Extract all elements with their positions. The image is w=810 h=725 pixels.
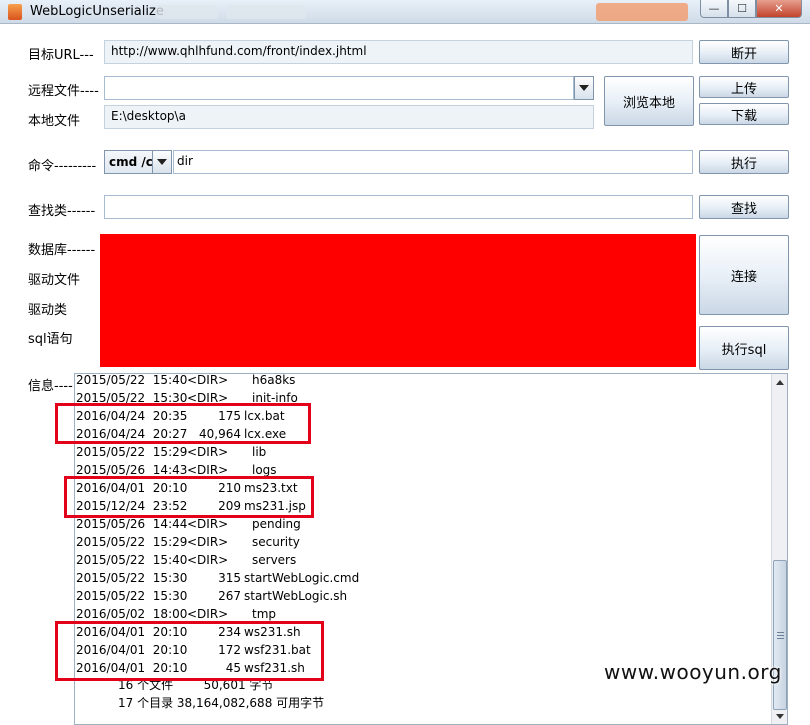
blurred-taskbar-item: [226, 5, 306, 19]
info-line: 2015/05/22 15:29 <DIR> lib: [75, 443, 375, 461]
maximize-button[interactable]: ☐: [728, 0, 756, 18]
title-bar: WebLogicUnserialize — ☐ ✕: [0, 0, 810, 24]
info-line-name: h6a8ks: [252, 373, 296, 387]
grip-line: [777, 638, 784, 639]
scroll-down-arrow[interactable]: [773, 709, 787, 723]
main-panel: 目标URL--- http://www.qhlhfund.com/front/i…: [0, 24, 810, 725]
driver-class-label: 驱动类: [28, 303, 68, 318]
summary-dirs: 17 个目录 38,164,082,688 可用字节: [118, 696, 325, 710]
window-title: WebLogicUnserialize: [30, 4, 164, 19]
download-button[interactable]: 下载: [699, 103, 789, 125]
blurred-taskbar-item: [156, 5, 218, 19]
info-line-dir-tag: <DIR>: [187, 445, 229, 459]
scroll-up-arrow[interactable]: [773, 375, 787, 389]
info-line-name: startWebLogic.sh: [244, 589, 348, 603]
driver-file-label: 驱动文件: [28, 273, 81, 288]
info-line-date: 2015/05/22 15:29: [76, 445, 188, 459]
browse-local-button[interactable]: 浏览本地: [604, 76, 694, 126]
info-line: 2015/05/22 15:30 315 startWebLogic.cmd: [75, 569, 375, 587]
target-url-label: 目标URL---: [28, 48, 94, 63]
info-line-size: 267: [218, 589, 241, 603]
command-type-dropdown-arrow[interactable]: [152, 150, 172, 174]
close-button[interactable]: ✕: [756, 0, 802, 18]
info-line-date: 2015/05/22 15:30: [76, 589, 188, 603]
info-line: 2015/05/22 15:40 <DIR> servers: [75, 551, 375, 569]
info-line-name: servers: [252, 553, 297, 567]
disconnect-button[interactable]: 断开: [699, 40, 789, 64]
upload-button[interactable]: 上传: [699, 76, 789, 98]
database-label: 数据库------: [28, 243, 96, 258]
chevron-down-icon: [776, 713, 784, 719]
info-label: 信息----: [28, 379, 73, 394]
info-line-date: 2015/05/22 15:40: [76, 553, 188, 567]
remote-file-dropdown-arrow[interactable]: [574, 76, 594, 100]
info-line-name: startWebLogic.cmd: [244, 571, 360, 585]
local-file-field[interactable]: E:\desktop\a: [104, 105, 594, 129]
command-type-value: cmd /c: [109, 155, 153, 169]
connect-button[interactable]: 连接: [699, 235, 789, 315]
local-file-label: 本地文件: [28, 114, 81, 129]
redacted-database-fields: [100, 234, 696, 367]
remote-file-combo[interactable]: [104, 76, 574, 100]
info-line-dir-tag: <DIR>: [187, 373, 229, 387]
find-class-label: 查找类------: [28, 204, 96, 219]
grip-line: [777, 632, 784, 633]
info-line-date: 2015/05/22 15:40: [76, 373, 188, 387]
info-line: 2015/05/22 15:40 <DIR> h6a8ks: [75, 373, 375, 389]
java-app-icon: [8, 4, 22, 20]
highlight-box-ws231: [55, 621, 324, 681]
command-label: 命令---------: [28, 159, 97, 174]
chevron-down-icon: [157, 159, 167, 165]
info-line: 2015/05/22 15:30 267 startWebLogic.sh: [75, 587, 375, 605]
blurred-notification: [596, 3, 688, 21]
chevron-down-icon: [579, 85, 589, 91]
info-line-name: lib: [252, 445, 267, 459]
info-line-date: 2015/05/22 15:30: [76, 571, 188, 585]
find-button[interactable]: 查找: [699, 195, 789, 219]
chevron-up-icon: [776, 379, 784, 385]
sql-label: sql语句: [28, 332, 73, 347]
target-url-field[interactable]: http://www.qhlhfund.com/front/index.jhtm…: [104, 40, 693, 64]
info-line-date: 2015/05/22 15:29: [76, 535, 188, 549]
scrollbar-thumb[interactable]: [773, 560, 787, 710]
highlight-box-lcx: [55, 403, 311, 444]
grip-line: [777, 635, 784, 636]
info-line-size: 315: [218, 571, 241, 585]
execute-sql-button[interactable]: 执行sql: [699, 326, 789, 370]
command-input[interactable]: dir: [173, 150, 693, 174]
find-class-input[interactable]: [104, 195, 693, 219]
minimize-button[interactable]: —: [700, 0, 728, 18]
execute-button[interactable]: 执行: [699, 150, 789, 174]
highlight-box-ms23: [64, 476, 314, 518]
remote-file-label: 远程文件----: [28, 84, 99, 99]
info-line-name: security: [252, 535, 300, 549]
watermark: www.wooyun.org: [604, 660, 782, 684]
info-line-dir-tag: <DIR>: [187, 553, 229, 567]
info-line: 2015/05/22 15:29 <DIR> security: [75, 533, 375, 551]
info-line-dir-tag: <DIR>: [187, 535, 229, 549]
